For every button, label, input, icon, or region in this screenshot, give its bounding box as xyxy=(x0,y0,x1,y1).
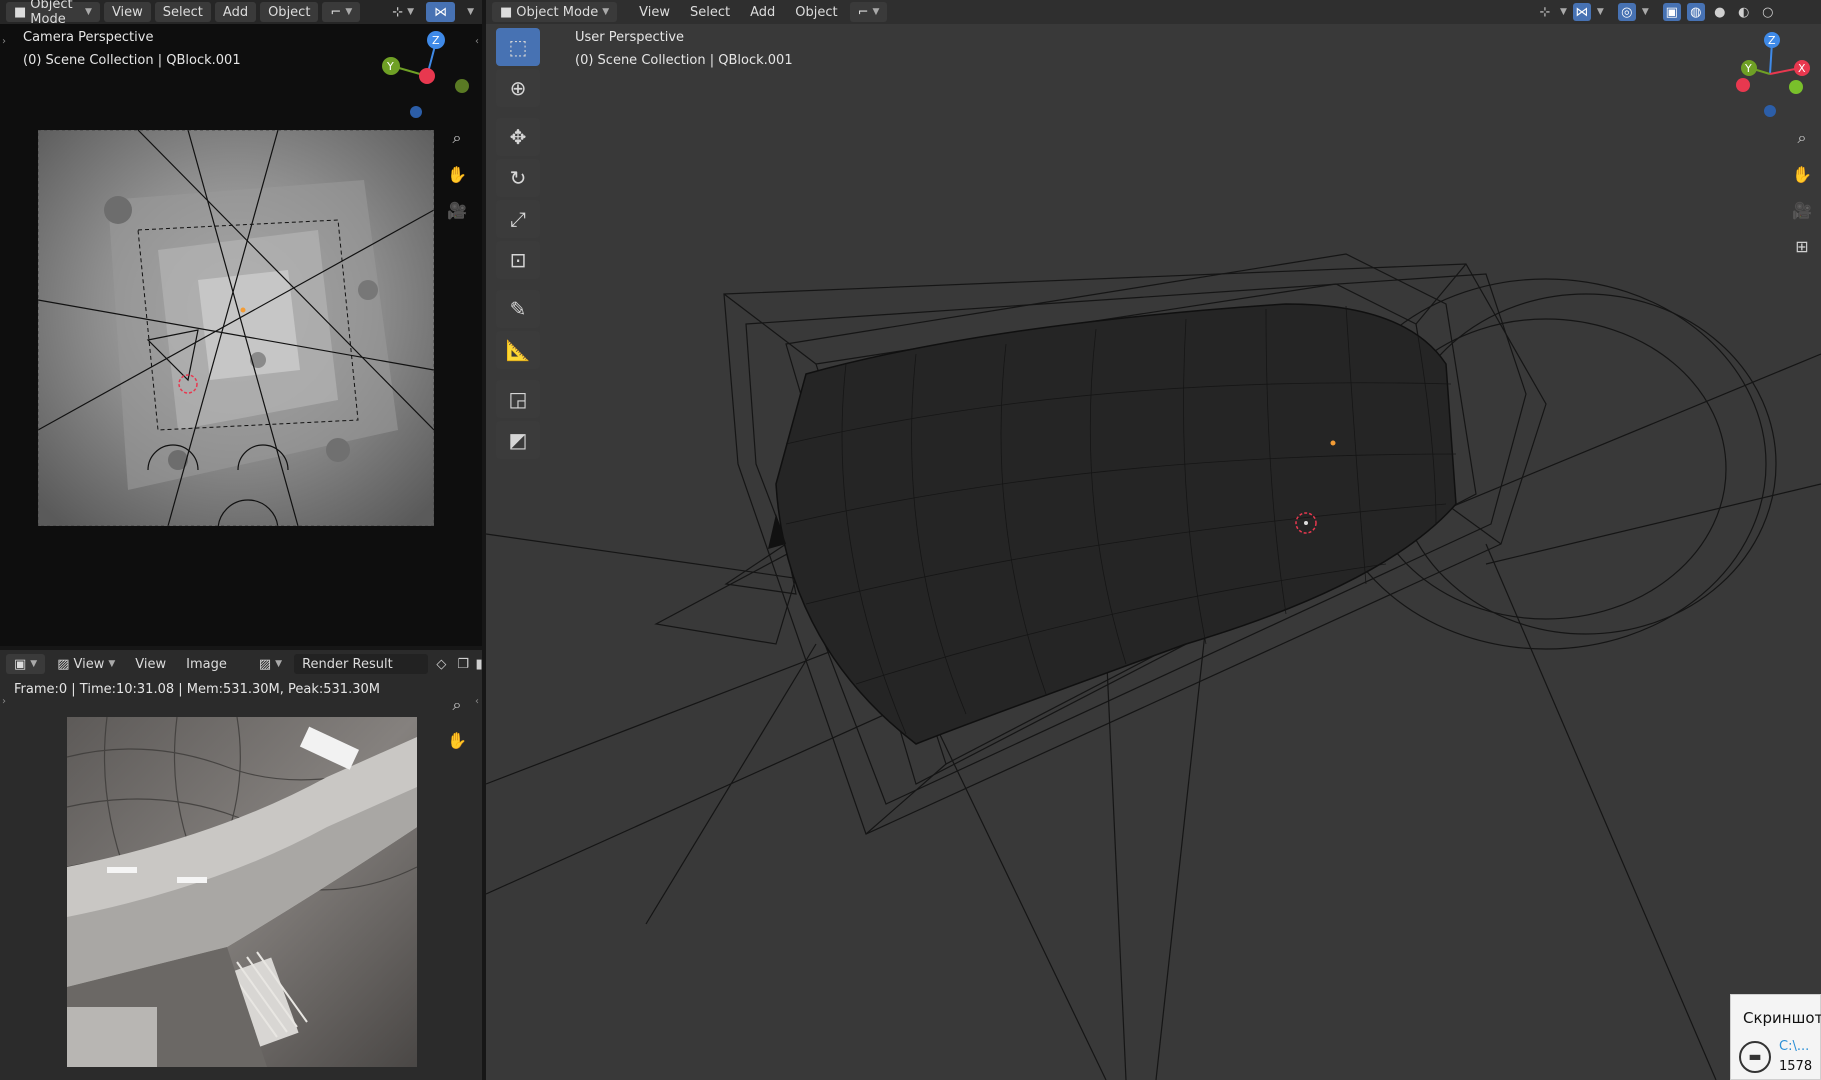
screenshot-notification[interactable]: Скриншот ▬ C:\... 1578 xyxy=(1730,994,1821,1080)
3d-cursor-center xyxy=(1304,521,1308,525)
camera-perspective-label: Camera Perspective xyxy=(23,30,154,45)
transform-orientation-dropdown[interactable]: ⌐ ▼ xyxy=(322,2,361,22)
x-axis-handle[interactable] xyxy=(419,68,435,84)
z-axis-label: Z xyxy=(432,34,440,47)
neg-y-axis-handle[interactable] xyxy=(455,79,469,93)
rendered-shading-icon[interactable]: ○ xyxy=(1759,3,1777,21)
camera-frame-view[interactable] xyxy=(38,130,434,526)
image-editor-icon: ▣ xyxy=(14,656,27,672)
xray-icon[interactable]: ▣ xyxy=(1662,3,1681,21)
menu-view[interactable]: View xyxy=(127,654,174,674)
camera-collection-label: (0) Scene Collection | QBlock.001 xyxy=(23,53,241,68)
chevron-down-icon: ▼ xyxy=(602,7,610,17)
camera-axis-gizmo[interactable]: Z Y xyxy=(370,28,470,124)
wireframe-scene[interactable] xyxy=(486,24,1821,1080)
wireframe-shading-icon[interactable]: ◍ xyxy=(1686,3,1705,21)
overlay-icon[interactable]: ◎ xyxy=(1617,3,1636,21)
pivot-dropdown[interactable]: ⊹ ▼ xyxy=(384,2,422,22)
panel-collapse-arrow[interactable]: › xyxy=(2,696,6,707)
snap-toggle[interactable]: ⋈ xyxy=(426,2,456,22)
image-name-field[interactable]: Render Result xyxy=(294,654,429,674)
render-info-text: Frame:0 | Time:10:31.08 | Mem:531.30M, P… xyxy=(14,682,380,697)
neg-z-axis-handle[interactable] xyxy=(1764,105,1776,117)
main-axis-gizmo[interactable]: Z Y X xyxy=(1730,28,1816,120)
new-image-icon[interactable]: ❐ xyxy=(454,655,472,673)
camera-icon[interactable]: 🎥 xyxy=(1790,198,1814,222)
menu-select[interactable]: Select xyxy=(682,2,738,22)
camera-origin-dot xyxy=(240,307,246,313)
neg-x-axis-handle[interactable] xyxy=(1736,78,1750,92)
mode-dropdown[interactable]: ■ Object Mode ▼ xyxy=(492,2,618,22)
panel-collapse-arrow[interactable]: › xyxy=(2,36,6,47)
notification-number: 1578 xyxy=(1779,1059,1813,1074)
object-origin-dot xyxy=(1330,440,1336,446)
zoom-icon[interactable]: ⌕ xyxy=(1790,126,1814,150)
folder-icon[interactable]: ▬ xyxy=(1739,1041,1771,1073)
menu-select[interactable]: Select xyxy=(154,2,211,22)
menu-object[interactable]: Object xyxy=(260,2,319,22)
menu-view[interactable]: View xyxy=(103,2,151,22)
x-axis-label: X xyxy=(1798,62,1806,75)
menu-add[interactable]: Add xyxy=(214,2,257,22)
zoom-icon[interactable]: ⌕ xyxy=(445,126,469,150)
object-mode-icon: ■ xyxy=(500,4,513,20)
y-axis-label: Y xyxy=(1744,62,1752,75)
z-axis-label: Z xyxy=(1768,34,1776,47)
image-editor-header: ▣ ▼ ▨ View ▼ View Image ▨ ▼ Render Result ◇ … xyxy=(0,650,483,678)
material-shading-icon[interactable]: ◐ xyxy=(1735,3,1753,21)
hand-pan-icon[interactable]: ✋ xyxy=(1790,162,1814,186)
snap-dropdown[interactable]: ▼ xyxy=(459,2,482,22)
view-mode-dropdown[interactable]: ▨ View ▼ xyxy=(49,654,123,674)
mode-label: Object Mode xyxy=(30,0,73,27)
transform-orientation-dropdown[interactable]: ⌐ ▼ xyxy=(849,2,888,22)
panel-expand-arrow[interactable]: ‹ xyxy=(475,696,479,707)
grid-ortho-icon[interactable]: ⊞ xyxy=(1790,234,1814,258)
hand-pan-icon[interactable]: ✋ xyxy=(445,728,469,752)
image-browse-dropdown[interactable]: ▨ ▼ xyxy=(251,654,290,674)
zoom-icon[interactable]: ⌕ xyxy=(445,693,469,717)
chevron-down-icon: ▼ xyxy=(85,7,92,17)
fake-user-icon[interactable]: ◇ xyxy=(432,655,450,673)
menu-add[interactable]: Add xyxy=(742,2,783,22)
menu-image[interactable]: Image xyxy=(178,654,235,674)
solid-shading-icon[interactable]: ● xyxy=(1711,3,1729,21)
render-result-image xyxy=(67,717,417,1067)
y-axis-label: Y xyxy=(386,60,394,73)
notification-title: Скриншот xyxy=(1743,1009,1821,1027)
notification-path-link[interactable]: C:\... xyxy=(1779,1039,1809,1054)
object-mode-icon: ■ xyxy=(14,4,27,20)
hand-pan-icon[interactable]: ✋ xyxy=(445,162,469,186)
panel-expand-arrow[interactable]: ‹ xyxy=(475,36,479,47)
menu-object[interactable]: Object xyxy=(787,2,845,22)
editor-type-dropdown[interactable]: ▣ ▼ xyxy=(6,654,46,674)
mode-label: Object Mode xyxy=(516,4,599,20)
menu-view[interactable]: View xyxy=(631,2,678,22)
image-icon: ▨ xyxy=(57,656,70,672)
snap-icon[interactable]: ⋈ xyxy=(1572,3,1591,21)
pivot-icon[interactable]: ⊹ xyxy=(1536,3,1554,21)
neg-y-axis-handle[interactable] xyxy=(1789,80,1803,94)
camera-viewport-header: ■ Object Mode ▼ View Select Add Object ⌐ ▼ … xyxy=(0,0,482,27)
mode-dropdown[interactable]: ■ Object Mode ▼ xyxy=(6,0,100,27)
camera-icon[interactable]: 🎥 xyxy=(445,198,469,222)
neg-z-axis-handle[interactable] xyxy=(410,106,422,118)
